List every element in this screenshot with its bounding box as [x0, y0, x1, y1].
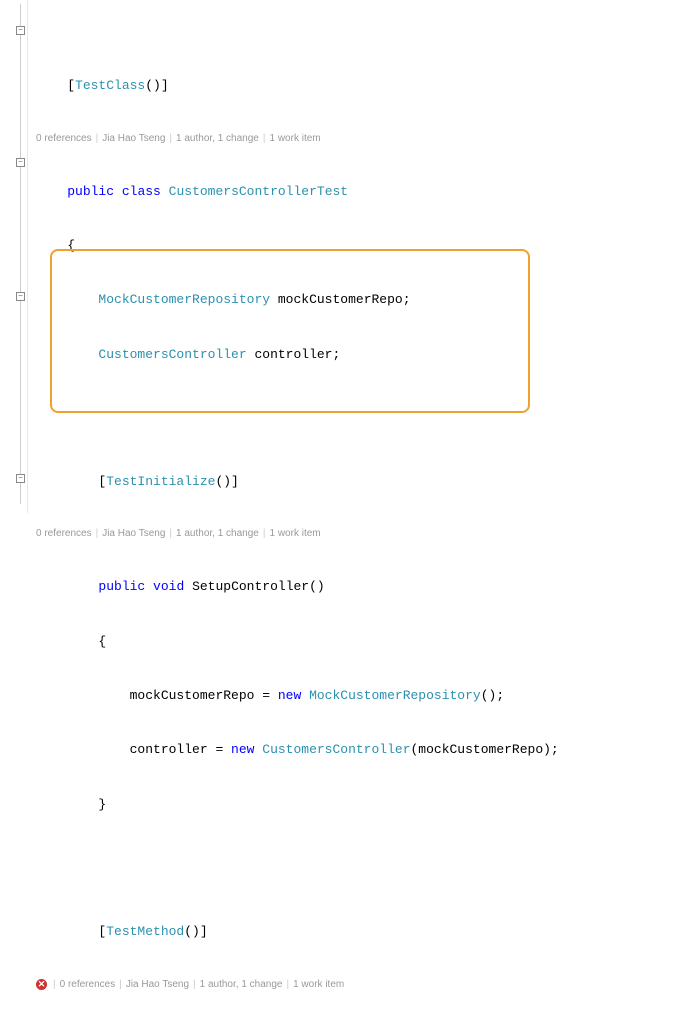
fold-button[interactable]: −: [16, 158, 25, 167]
brace: }: [36, 796, 698, 814]
fold-button[interactable]: −: [16, 474, 25, 483]
codelens-work[interactable]: 1 work item: [293, 978, 344, 992]
codelens[interactable]: ✕|0 references|Jia Hao Tseng|1 author, 1…: [36, 977, 698, 992]
codelens[interactable]: 0 references|Jia Hao Tseng|1 author, 1 c…: [36, 131, 698, 146]
codelens-author[interactable]: Jia Hao Tseng: [102, 132, 165, 146]
gutter: − − − −: [0, 0, 28, 513]
codelens-work[interactable]: 1 work item: [269, 132, 320, 146]
class-decl: public class CustomersControllerTest: [36, 183, 698, 201]
highlight-box: [50, 249, 530, 413]
fold-button[interactable]: −: [16, 26, 25, 35]
codelens[interactable]: 0 references|Jia Hao Tseng|1 author, 1 c…: [36, 527, 698, 542]
test-fail-icon[interactable]: ✕: [36, 979, 47, 990]
code-area[interactable]: [TestClass()] 0 references|Jia Hao Tseng…: [28, 0, 698, 513]
codelens-refs[interactable]: 0 references: [36, 132, 92, 146]
brace: {: [36, 237, 698, 255]
method-decl: public void SetupController(): [36, 578, 698, 596]
stmt: mockCustomerRepo = new MockCustomerRepos…: [36, 687, 698, 705]
outline-line: [20, 4, 21, 504]
code-editor: − − − − [TestClass()] 0 references|Jia H…: [0, 0, 698, 513]
brace: {: [36, 633, 698, 651]
stmt: controller = new CustomersController(moc…: [36, 741, 698, 759]
attribute: [TestClass()]: [36, 77, 698, 95]
codelens-changes[interactable]: 1 author, 1 change: [176, 527, 259, 541]
codelens-refs[interactable]: 0 references: [36, 527, 92, 541]
blank: [36, 850, 698, 868]
fold-button[interactable]: −: [16, 292, 25, 301]
field: MockCustomerRepository mockCustomerRepo;: [36, 291, 698, 309]
codelens-changes[interactable]: 1 author, 1 change: [176, 132, 259, 146]
field: CustomersController controller;: [36, 346, 698, 364]
codelens-work[interactable]: 1 work item: [269, 527, 320, 541]
codelens-changes[interactable]: 1 author, 1 change: [200, 978, 283, 992]
attr-name: TestClass: [75, 78, 145, 93]
blank: [36, 400, 698, 418]
attribute: [TestInitialize()]: [36, 473, 698, 491]
attribute: [TestMethod()]: [36, 923, 698, 941]
codelens-author[interactable]: Jia Hao Tseng: [102, 527, 165, 541]
codelens-refs[interactable]: 0 references: [60, 978, 116, 992]
codelens-author[interactable]: Jia Hao Tseng: [126, 978, 189, 992]
